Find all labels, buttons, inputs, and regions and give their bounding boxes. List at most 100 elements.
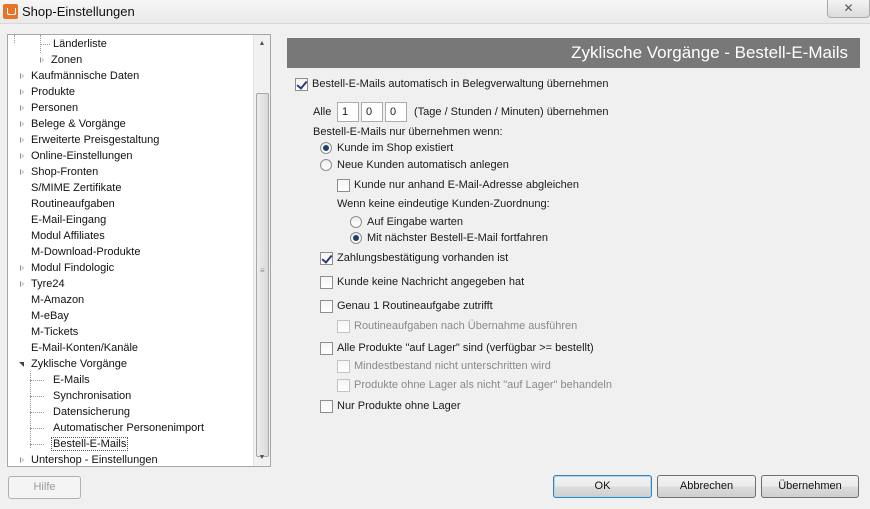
tree-item-m-tickets[interactable]: M-Tickets bbox=[30, 324, 79, 340]
checkbox-label: Kunde keine Nachricht angegeben hat bbox=[337, 276, 525, 288]
expand-arrow-icon[interactable] bbox=[20, 265, 24, 271]
tree-item-email-eingang[interactable]: E-Mail-Eingang bbox=[30, 212, 107, 228]
tree-item-label: Belege & Vorgänge bbox=[31, 118, 126, 130]
tree-connector bbox=[40, 44, 50, 45]
tree-item-routineaufgaben[interactable]: Routineaufgaben bbox=[30, 196, 116, 212]
tree-item-label: M-Download-Produkte bbox=[31, 246, 141, 258]
apply-button[interactable]: Übernehmen bbox=[761, 475, 859, 498]
checkbox-checked-icon[interactable] bbox=[295, 78, 308, 91]
expand-arrow-icon[interactable] bbox=[20, 153, 24, 159]
checkbox-icon[interactable] bbox=[320, 276, 333, 289]
tree-item-zonen[interactable]: Zonen bbox=[40, 52, 83, 68]
tree-item-laenderliste[interactable]: Länderliste bbox=[52, 36, 108, 52]
radio-label: Neue Kunden automatisch anlegen bbox=[337, 159, 509, 171]
tree-item-label: Synchronisation bbox=[53, 390, 132, 402]
auto-import-label: Bestell-E-Mails automatisch in Belegverw… bbox=[312, 78, 609, 90]
tree-item-zyklische-vorgaenge[interactable]: Zyklische Vorgänge bbox=[19, 356, 128, 372]
tree-item-erweiterte-preisgestaltung[interactable]: Erweiterte Preisgestaltung bbox=[20, 132, 160, 148]
tree-connector bbox=[30, 396, 44, 397]
interval-days-input[interactable]: 1 bbox=[337, 102, 359, 122]
tree-scrollbar[interactable]: ▲ ≡ ▼ bbox=[253, 35, 270, 466]
tree-item-email-konten-kanaele[interactable]: E-Mail-Konten/Kanäle bbox=[30, 340, 139, 356]
tree-item-label: E-Mails bbox=[53, 374, 90, 386]
tree-item-smime-zertifikate[interactable]: S/MIME Zertifikate bbox=[30, 180, 122, 196]
condition-heading: Bestell-E-Mails nur übernehmen wenn: bbox=[313, 126, 503, 138]
tree-item-shop-fronten[interactable]: Shop-Fronten bbox=[20, 164, 99, 180]
tree-item-belege-vorgaenge[interactable]: Belege & Vorgänge bbox=[20, 116, 127, 132]
expand-arrow-icon[interactable] bbox=[20, 169, 24, 175]
interval-suffix: (Tage / Stunden / Minuten) übernehmen bbox=[414, 106, 609, 118]
tree-connector bbox=[30, 380, 44, 381]
checkbox-label: Produkte ohne Lager als nicht "auf Lager… bbox=[354, 379, 612, 391]
tree-item-label: Automatischer Personenimport bbox=[53, 422, 205, 434]
tree-item-online-einstellungen[interactable]: Online-Einstellungen bbox=[20, 148, 134, 164]
tree-item-datensicherung[interactable]: Datensicherung bbox=[52, 404, 131, 420]
expand-arrow-icon[interactable] bbox=[20, 281, 24, 287]
expand-arrow-icon[interactable] bbox=[40, 57, 44, 63]
tree-item-bestell-e-mails[interactable]: Bestell-E-Mails bbox=[51, 436, 129, 452]
checkbox-icon[interactable] bbox=[320, 300, 333, 313]
tree-item-label: Routineaufgaben bbox=[31, 198, 115, 210]
tree-item-m-download-produkte[interactable]: M-Download-Produkte bbox=[30, 244, 141, 260]
title-bar: Shop-Einstellungen ✕ bbox=[0, 0, 870, 24]
tree-item-untershop-einstellungen[interactable]: Untershop - Einstellungen bbox=[20, 452, 159, 466]
tree-item-label: Zonen bbox=[51, 54, 83, 66]
tree-item-modul-affiliates[interactable]: Modul Affiliates bbox=[30, 228, 106, 244]
tree-item-label: M-Tickets bbox=[31, 326, 79, 338]
tree-item-label: M-Amazon bbox=[31, 294, 85, 306]
tree-item-label: E-Mail-Eingang bbox=[31, 214, 107, 226]
tree-item-modul-findologic[interactable]: Modul Findologic bbox=[20, 260, 115, 276]
radio-selected-icon[interactable] bbox=[320, 142, 332, 154]
checkbox-icon[interactable] bbox=[337, 179, 350, 192]
expand-arrow-icon[interactable] bbox=[20, 73, 24, 79]
tree-item-e-mails[interactable]: E-Mails bbox=[52, 372, 91, 388]
expand-arrow-icon[interactable] bbox=[20, 105, 24, 111]
tree-connector bbox=[30, 428, 44, 429]
expand-arrow-icon[interactable] bbox=[20, 457, 24, 463]
help-button[interactable]: Hilfe bbox=[8, 476, 81, 499]
scroll-down-icon[interactable]: ▼ bbox=[254, 449, 270, 466]
ok-button[interactable]: OK bbox=[553, 475, 652, 498]
tree-item-label: Zyklische Vorgänge bbox=[31, 358, 127, 370]
tree-connector bbox=[30, 444, 44, 445]
checkbox-disabled-icon bbox=[337, 379, 350, 392]
tree-item-label: Online-Einstellungen bbox=[31, 150, 133, 162]
tree-item-m-ebay[interactable]: M-eBay bbox=[30, 308, 70, 324]
tree-item-produkte[interactable]: Produkte bbox=[20, 84, 76, 100]
collapse-arrow-icon[interactable] bbox=[19, 362, 24, 367]
tree-item-kaufmaennische-daten[interactable]: Kaufmännische Daten bbox=[20, 68, 140, 84]
page-title: Zyklische Vorgänge - Bestell-E-Mails bbox=[287, 38, 860, 68]
radio-selected-icon[interactable] bbox=[350, 232, 362, 244]
scrollbar-thumb[interactable]: ≡ bbox=[256, 93, 269, 457]
expand-arrow-icon[interactable] bbox=[20, 89, 24, 95]
tree-item-personen[interactable]: Personen bbox=[20, 100, 79, 116]
checkbox-label: Zahlungsbestätigung vorhanden ist bbox=[337, 252, 509, 264]
checkbox-icon[interactable] bbox=[320, 400, 333, 413]
expand-arrow-icon[interactable] bbox=[20, 121, 24, 127]
tree-item-tyre24[interactable]: Tyre24 bbox=[20, 276, 66, 292]
grip-icon: ≡ bbox=[260, 266, 265, 275]
checkbox-checked-icon[interactable] bbox=[320, 252, 333, 265]
checkbox-label: Alle Produkte "auf Lager" sind (verfügba… bbox=[337, 342, 594, 354]
tree-item-m-amazon[interactable]: M-Amazon bbox=[30, 292, 85, 308]
tree-item-synchronisation[interactable]: Synchronisation bbox=[52, 388, 132, 404]
no-match-heading: Wenn keine eindeutige Kunden-Zuordnung: bbox=[337, 198, 550, 210]
radio-label: Mit nächster Bestell-E-Mail fortfahren bbox=[367, 232, 548, 244]
tree-item-label: Erweiterte Preisgestaltung bbox=[31, 134, 160, 146]
close-button[interactable]: ✕ bbox=[827, 0, 870, 18]
cancel-button[interactable]: Abbrechen bbox=[657, 475, 756, 498]
interval-hours-input[interactable]: 0 bbox=[361, 102, 383, 122]
app-icon bbox=[3, 4, 18, 19]
expand-arrow-icon[interactable] bbox=[20, 137, 24, 143]
tree-connector bbox=[14, 35, 15, 43]
radio-icon[interactable] bbox=[320, 159, 332, 171]
radio-icon[interactable] bbox=[350, 216, 362, 228]
tree-item-label: Untershop - Einstellungen bbox=[31, 454, 158, 466]
tree-item-automatischer-personenimport[interactable]: Automatischer Personenimport bbox=[52, 420, 205, 436]
interval-minutes-input[interactable]: 0 bbox=[385, 102, 407, 122]
tree-item-label: Tyre24 bbox=[31, 278, 65, 290]
tree-item-label: Kaufmännische Daten bbox=[31, 70, 140, 82]
checkbox-icon[interactable] bbox=[320, 342, 333, 355]
tree-item-label: Shop-Fronten bbox=[31, 166, 99, 178]
scroll-up-icon[interactable]: ▲ bbox=[254, 35, 270, 52]
